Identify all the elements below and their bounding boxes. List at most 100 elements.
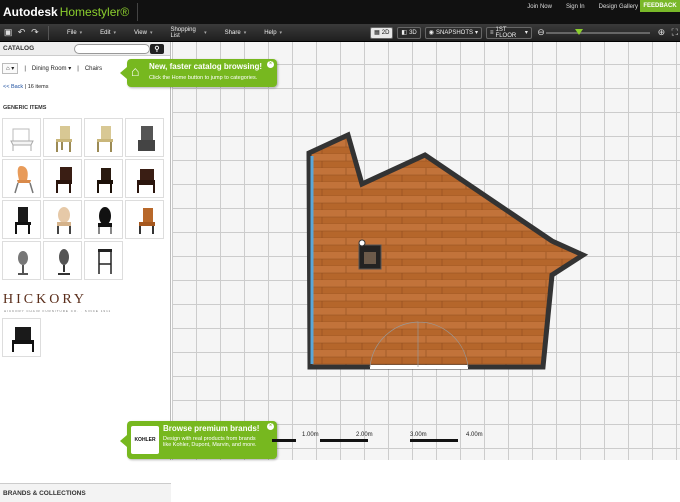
home-icon: ⌂ [131,63,140,79]
catalog-tip-popup: × ⌂ New, faster catalog browsing! Click … [120,59,277,87]
caret-icon: ▾ [204,29,207,36]
scale-segment [320,439,368,442]
chair-thumbnail[interactable] [43,241,82,280]
chair-thumbnail[interactable] [125,200,164,239]
section-heading: GENERIC ITEMS [3,105,47,111]
brands-collections-tab[interactable]: BRANDS & COLLECTIONS [0,483,171,502]
chair-thumbnail[interactable] [84,241,123,280]
menu-label: Shopping List [170,26,196,39]
catalog-search-input[interactable] [74,44,150,54]
back-row: << Back | 16 items [3,84,48,90]
caret-icon: ▾ [149,29,153,36]
menu-file[interactable]: File ▾ [67,30,82,36]
back-link[interactable]: << Back [3,84,23,90]
fullscreen-icon[interactable]: ⛶ [670,27,680,39]
close-icon[interactable]: × [267,61,274,68]
design-gallery-link[interactable]: Design Gallery [599,4,638,10]
search-icon[interactable]: ⚲ [150,44,164,54]
brand-logo[interactable]: Autodesk [3,5,58,19]
product-grid [2,118,164,280]
chair-thumbnail[interactable] [2,118,41,157]
breadcrumb-dining-room[interactable]: Dining Room ▾ [32,65,71,72]
save-icon[interactable]: ▣ [3,27,13,39]
chair-thumbnail[interactable] [2,159,41,198]
divider [137,3,139,21]
menu-view[interactable]: View ▾ [134,30,152,36]
brand-product[interactable]: Homestyler® [60,5,130,19]
tip-pointer [120,435,127,447]
breadcrumb: ⌂ ▾ | Dining Room ▾ | Chairs [2,63,102,74]
floor-selector[interactable]: ≡ 1ST FLOOR ▾ [486,26,532,39]
cube-icon: ◧ [401,30,408,36]
caret-icon: ▾ [68,66,72,72]
breadcrumb-chairs[interactable]: Chairs [85,66,102,72]
chair-icon [97,206,112,234]
caret-icon: ▾ [79,29,83,36]
scale-segment [410,439,458,442]
chair-thumbnail[interactable] [43,159,82,198]
camera-icon: ◉ [428,30,434,36]
breadcrumb-label: Dining Room [31,66,67,72]
floors-icon: ≡ [490,29,494,36]
zoom-out-icon[interactable]: ⊖ [536,27,546,39]
divider [48,25,49,40]
chair-thumbnail[interactable] [84,159,123,198]
chair-icon [138,207,155,234]
account-links: Join Now Sign In Design Gallery [527,4,638,10]
chair-thumbnail[interactable] [125,118,164,157]
tip-pointer [120,67,127,79]
view-2d-label: 2D [381,29,390,36]
chair-icon [136,168,155,193]
tip-title: Browse premium brands! [163,424,260,433]
tip-title: New, faster catalog browsing! [149,62,263,71]
chair-icon [11,326,34,352]
feedback-button[interactable]: FEEDBACK [640,0,680,12]
zoom-slider-track[interactable] [546,32,650,34]
menu-share[interactable]: Share ▾ [225,30,247,36]
redo-icon[interactable]: ↷ [30,27,40,39]
snapshots-button[interactable]: ◉ SNAPSHOTS ▾ [424,26,483,39]
item-handle[interactable] [358,239,366,247]
chair-icon [96,125,113,152]
chair-icon [13,165,34,193]
chair-icon [96,167,113,193]
sign-in-link[interactable]: Sign In [566,4,585,10]
join-now-link[interactable]: Join Now [527,4,552,10]
chair-thumbnail[interactable] [2,241,41,280]
scale-label: 1.00m [302,432,319,438]
top-bar: Autodesk Homestyler® Join Now Sign In De… [0,0,680,24]
home-button[interactable]: ⌂ ▾ [2,63,19,74]
chair-thumbnail[interactable] [84,118,123,157]
brands-tip-popup: × KOHLER Browse premium brands! Design w… [120,421,277,459]
hickory-brand-logo[interactable]: HICKORY [3,292,87,308]
view-2d-button[interactable]: ▦ 2D [370,26,394,39]
room-floor[interactable] [306,131,589,370]
zoom-in-icon[interactable]: ⊕ [656,27,666,39]
menu-label: File [66,29,77,36]
chair-thumbnail[interactable] [2,200,41,239]
menu-edit[interactable]: Edit ▾ [100,30,116,36]
chair-thumbnail[interactable] [84,200,123,239]
chair-thumbnail[interactable] [2,318,41,357]
menu-shopping-list[interactable]: Shopping List ▾ [170,27,206,39]
close-icon[interactable]: × [267,423,274,430]
undo-icon[interactable]: ↶ [16,27,26,39]
caret-icon: ▾ [243,29,247,36]
chair-icon [55,166,72,193]
menu-label: Help [264,29,277,36]
floorplan-svg [306,131,589,370]
breadcrumb-sep: | [24,65,26,72]
tip-body: Click the Home button to jump to categor… [149,75,258,81]
scale-label: 4.00m [466,432,483,438]
catalog-sidebar: CATALOG ⚲ ⌂ ▾ | Dining Room ▾ | Chairs <… [0,42,171,502]
menu-help[interactable]: Help ▾ [264,30,282,36]
chair-thumbnail[interactable] [43,200,82,239]
zoom-slider-handle[interactable] [575,29,583,35]
chair-thumbnail[interactable] [43,118,82,157]
floorplan-canvas[interactable] [172,42,680,460]
view-3d-button[interactable]: ◧ 3D [397,26,421,39]
hickory-brand-tagline: HICKORY CHAIR FURNITURE CO. · SINCE 1911 [4,309,112,313]
menu-label: Share [224,29,241,36]
breadcrumb-sep: | [77,65,79,72]
chair-thumbnail[interactable] [125,159,164,198]
